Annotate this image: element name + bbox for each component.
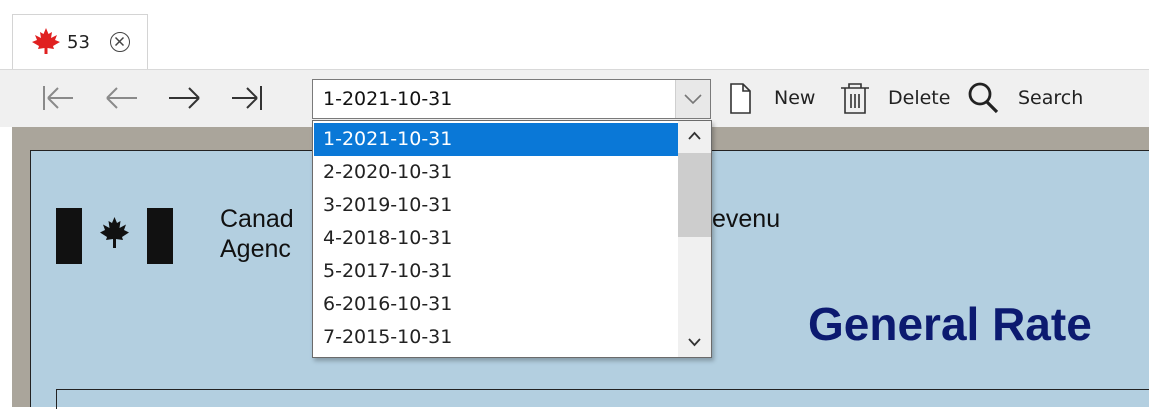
first-icon bbox=[43, 86, 73, 110]
chevron-up-icon bbox=[688, 131, 701, 140]
last-icon bbox=[232, 86, 262, 110]
record-select[interactable]: 1-2021-10-31 bbox=[312, 79, 711, 119]
dropdown-option[interactable]: 2-2020-10-31 bbox=[314, 156, 678, 189]
document-tab[interactable]: 53 bbox=[12, 14, 148, 70]
search-icon bbox=[968, 82, 999, 114]
tab-strip: 53 bbox=[0, 0, 1149, 70]
next-record-button[interactable] bbox=[166, 80, 202, 116]
agency-name-line1-tail: evenu bbox=[712, 205, 781, 233]
chevron-down-icon bbox=[688, 338, 701, 347]
maple-leaf-icon bbox=[32, 28, 60, 54]
previous-icon bbox=[106, 87, 137, 109]
viewer-left-margin bbox=[0, 127, 12, 407]
trash-icon bbox=[841, 83, 869, 114]
record-dropdown-list[interactable]: 1-2021-10-31 2-2020-10-31 3-2019-10-31 4… bbox=[312, 120, 712, 358]
dropdown-option[interactable]: 1-2021-10-31 bbox=[314, 123, 678, 156]
new-document-icon bbox=[730, 83, 751, 114]
next-icon bbox=[169, 87, 200, 109]
scroll-up-button[interactable] bbox=[678, 121, 711, 151]
search-label: Search bbox=[1018, 87, 1084, 109]
dropdown-option[interactable]: 3-2019-10-31 bbox=[314, 189, 678, 222]
first-record-button[interactable] bbox=[40, 80, 76, 116]
scrollbar-thumb[interactable] bbox=[678, 153, 711, 237]
document-heading: General Rate bbox=[808, 298, 1092, 350]
canada-flag-icon bbox=[56, 208, 173, 264]
previous-record-button[interactable] bbox=[104, 80, 140, 116]
scroll-down-button[interactable] bbox=[678, 327, 711, 357]
dropdown-option[interactable]: 4-2018-10-31 bbox=[314, 222, 678, 255]
last-record-button[interactable] bbox=[229, 80, 265, 116]
toolbar: 1-2021-10-31 New Delete Search bbox=[0, 70, 1149, 127]
agency-name-line2: Agenc bbox=[220, 235, 291, 263]
document-form-box bbox=[56, 389, 1149, 409]
search-button[interactable]: Search bbox=[966, 79, 1090, 119]
agency-name-line1: Canad bbox=[220, 205, 294, 233]
new-label: New bbox=[774, 87, 816, 109]
chevron-down-icon bbox=[684, 94, 702, 105]
delete-button[interactable]: Delete bbox=[838, 79, 958, 119]
dropdown-option[interactable]: 6-2016-10-31 bbox=[314, 288, 678, 321]
delete-label: Delete bbox=[888, 87, 951, 109]
new-button[interactable]: New bbox=[726, 79, 822, 119]
close-circle-icon[interactable] bbox=[110, 32, 130, 52]
tab-label: 53 bbox=[67, 32, 90, 53]
record-select-toggle[interactable] bbox=[675, 80, 710, 118]
dropdown-option[interactable]: 7-2015-10-31 bbox=[314, 321, 678, 354]
dropdown-option[interactable]: 5-2017-10-31 bbox=[314, 255, 678, 288]
dropdown-scrollbar[interactable] bbox=[678, 121, 711, 357]
record-select-value: 1-2021-10-31 bbox=[323, 88, 453, 110]
